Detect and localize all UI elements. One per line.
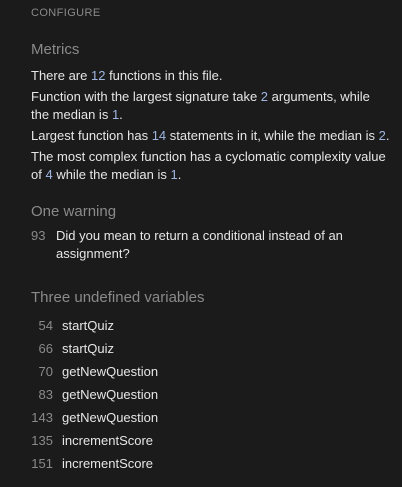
undefined-variable-row[interactable]: 143 getNewQuestion xyxy=(31,406,371,429)
line-number: 66 xyxy=(38,341,53,356)
variable-name: incrementScore xyxy=(62,433,154,448)
undefined-variable-row[interactable]: 135 incrementScore xyxy=(31,429,371,452)
undefined-variables-title: Three undefined variables xyxy=(31,289,205,306)
line-number: 83 xyxy=(38,387,53,402)
variable-name: getNewQuestion xyxy=(62,387,159,402)
metrics-panel: There are 12 functions in this file. Fun… xyxy=(31,67,391,187)
signature-max-value: 2 xyxy=(260,89,269,104)
undefined-variable-row[interactable]: 54 startQuiz xyxy=(31,314,371,337)
undefined-variable-row[interactable]: 70 getNewQuestion xyxy=(31,360,371,383)
functions-count-value: 12 xyxy=(90,68,106,83)
variable-name: incrementScore xyxy=(62,456,154,471)
configure-link[interactable]: CONFIGURE xyxy=(31,7,101,19)
metrics-statements: Largest function has 14 statements in it… xyxy=(31,128,390,143)
warning-message: Did you mean to return a conditional ins… xyxy=(56,228,343,261)
line-number: 135 xyxy=(31,433,53,448)
line-number: 54 xyxy=(38,318,53,333)
undefined-variable-row[interactable]: 83 getNewQuestion xyxy=(31,383,371,406)
variable-name: startQuiz xyxy=(62,318,115,333)
statements-median-value: 2 xyxy=(378,128,386,143)
complexity-max-value: 4 xyxy=(45,167,53,182)
metrics-functions-count: There are 12 functions in this file. xyxy=(31,68,223,83)
metrics-title: Metrics xyxy=(31,41,80,58)
undefined-variable-row[interactable]: 151 incrementScore xyxy=(31,452,371,475)
variable-name: getNewQuestion xyxy=(62,410,159,425)
warning-line-number: 93 xyxy=(31,228,46,243)
variable-name: startQuiz xyxy=(62,341,115,356)
metrics-signature: Function with the largest signature take… xyxy=(31,89,370,122)
variable-name: getNewQuestion xyxy=(62,364,159,379)
line-number: 143 xyxy=(31,410,53,425)
line-number: 151 xyxy=(31,456,53,471)
warning-item[interactable]: 93 Did you mean to return a conditional … xyxy=(31,227,391,263)
undefined-variables-list: 54 startQuiz 66 startQuiz 70 getNewQuest… xyxy=(31,314,371,475)
complexity-median-value: 1 xyxy=(170,167,178,182)
line-number: 70 xyxy=(38,364,53,379)
statements-max-value: 14 xyxy=(151,128,167,143)
warnings-title: One warning xyxy=(31,203,117,220)
undefined-variable-row[interactable]: 66 startQuiz xyxy=(31,337,371,360)
metrics-complexity: The most complex function has a cyclomat… xyxy=(31,149,386,182)
